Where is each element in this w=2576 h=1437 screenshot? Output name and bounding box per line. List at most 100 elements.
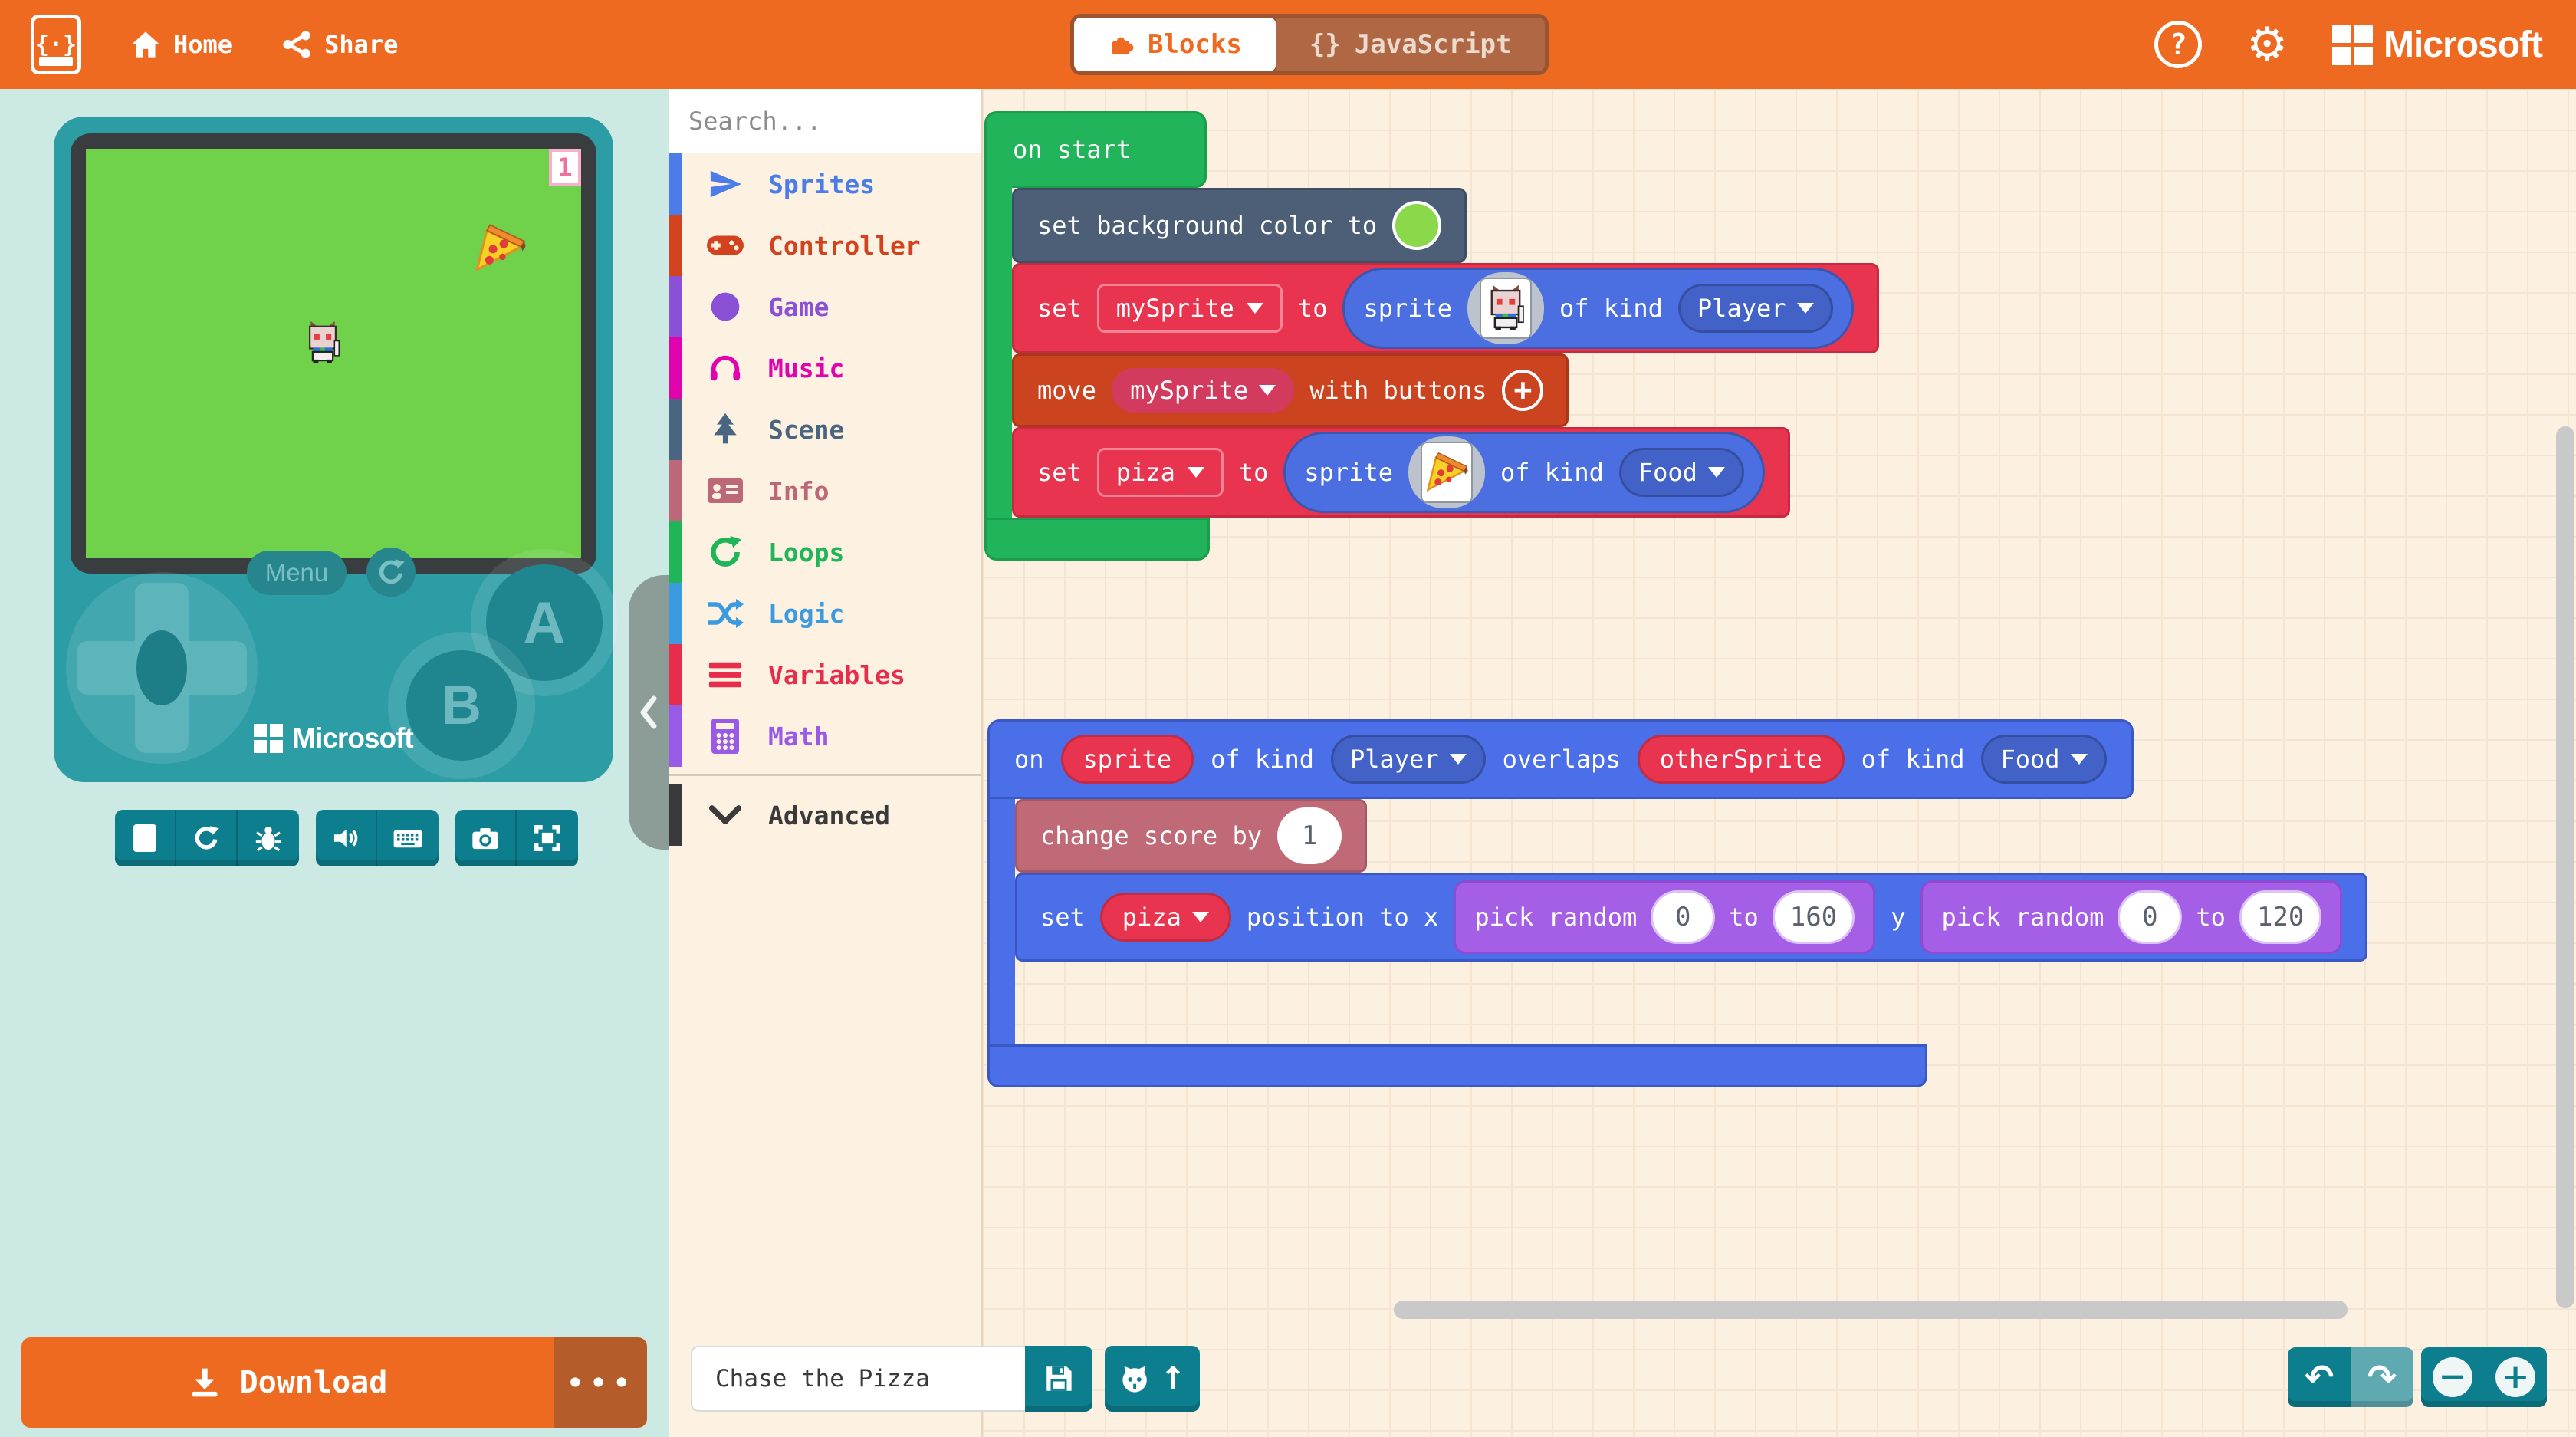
on-keyword: on (1014, 745, 1044, 774)
stop-button[interactable] (115, 810, 176, 866)
stop-icon (133, 824, 156, 852)
block-set-piza[interactable]: set piza to sprite of kind Food (1012, 427, 1790, 518)
pick-random-y[interactable]: pick random 0 to 120 (1921, 880, 2343, 954)
toolbox-category-scene[interactable]: Scene (669, 399, 981, 460)
sprite-reporter-food[interactable]: sprite of kind Food (1283, 432, 1765, 513)
toolbox-category-logic[interactable]: Logic (669, 583, 981, 644)
github-button[interactable]: ↑ (1105, 1346, 1200, 1412)
kind-dropdown-player[interactable]: Player (1330, 735, 1486, 784)
restart-icon (195, 826, 219, 850)
block-set-mysprite[interactable]: set mySprite to sprite of kind Player (1012, 263, 1879, 353)
tab-blocks[interactable]: Blocks (1074, 18, 1276, 71)
to-keyword: to (2196, 903, 2226, 932)
download-button[interactable]: Download (21, 1337, 554, 1428)
on-start-spine (984, 186, 1012, 519)
toolbox-category-controller[interactable]: Controller (669, 215, 981, 276)
toolbox-category-loops[interactable]: Loops (669, 521, 981, 583)
zoom-out-button[interactable]: − (2421, 1347, 2484, 1407)
move-sprite-dropdown[interactable]: mySprite (1112, 368, 1295, 413)
help-button[interactable]: ? (2154, 21, 2203, 68)
loop-icon (705, 532, 745, 572)
kind-dropdown-food[interactable]: Food (1981, 735, 2107, 784)
save-button[interactable] (1025, 1346, 1092, 1412)
othersprite-arg-pill[interactable]: otherSprite (1637, 735, 1845, 784)
zoom-in-button[interactable]: + (2484, 1347, 2547, 1407)
toolbox-category-variables[interactable]: Variables (669, 644, 981, 705)
project-name-group (691, 1346, 1092, 1412)
blocks-workspace[interactable]: on start set background color to set myS… (983, 89, 2576, 1437)
pick-random-label: pick random (1941, 903, 2104, 932)
fullscreen-button[interactable] (517, 810, 578, 866)
sim-controls (0, 810, 669, 866)
debug-button[interactable] (238, 810, 299, 866)
dropdown-caret-icon (1187, 467, 1204, 478)
block-on-overlaps[interactable]: on sprite of kind Player overlaps otherS… (987, 719, 2134, 799)
kind-dropdown-player[interactable]: Player (1677, 284, 1833, 333)
puzzle-icon (1112, 37, 1134, 54)
screenshot-button[interactable] (455, 810, 517, 866)
keyboard-button[interactable] (377, 810, 439, 866)
home-button[interactable]: Home (130, 29, 232, 60)
mysprite-dropdown[interactable]: mySprite (1096, 284, 1283, 333)
piza-dropdown[interactable]: piza (1099, 893, 1231, 942)
toolbox-category-sprites[interactable]: Sprites (669, 153, 981, 215)
number-value: 1 (1301, 820, 1318, 851)
calculator-icon (705, 716, 745, 756)
toolbox-category-info[interactable]: Info (669, 460, 981, 521)
paper-plane-icon (705, 164, 745, 204)
advanced-label: Advanced (768, 800, 890, 830)
sprite-image-field[interactable] (1467, 272, 1545, 344)
pick-random-x[interactable]: pick random 0 to 160 (1454, 880, 1876, 954)
piza-dropdown[interactable]: piza (1096, 448, 1224, 497)
sim-menu-label: Menu (264, 558, 329, 587)
kind-dropdown-food[interactable]: Food (1618, 448, 1744, 497)
color-swatch-green[interactable] (1392, 201, 1442, 250)
sprite-image-field[interactable] (1408, 436, 1485, 508)
vertical-scrollbar[interactable] (2556, 426, 2574, 1308)
random-min-field[interactable]: 0 (2118, 890, 2183, 944)
toolbox-category-music[interactable]: Music (669, 337, 981, 399)
block-on-start[interactable]: on start (984, 111, 1207, 188)
score-value-field[interactable]: 1 (1276, 807, 1342, 864)
plus-glyph: + (1513, 373, 1533, 408)
sprite-reporter-player[interactable]: sprite of kind Player (1342, 268, 1854, 349)
share-button[interactable]: Share (281, 29, 398, 60)
microsoft-squares-icon (254, 724, 284, 753)
sprite-keyword: sprite (1363, 294, 1453, 323)
horizontal-scrollbar[interactable] (1394, 1301, 2348, 1319)
toolbox-advanced[interactable]: Advanced (669, 782, 981, 848)
collapse-simulator-handle[interactable] (629, 575, 669, 850)
redo-button[interactable]: ↷ (2351, 1347, 2413, 1407)
project-name-input[interactable] (691, 1346, 1025, 1412)
toolbox-divider (669, 774, 981, 776)
sim-menu-button[interactable]: Menu (247, 551, 347, 595)
block-set-background-color[interactable]: set background color to (1012, 188, 1467, 263)
undo-button[interactable]: ↶ (2288, 1347, 2351, 1407)
random-min-field[interactable]: 0 (1651, 890, 1716, 944)
toolbox-category-math[interactable]: Math (669, 705, 981, 767)
sprite-arg-pill[interactable]: sprite (1060, 735, 1194, 784)
arcade-logo-icon[interactable]: {·} (31, 15, 81, 74)
sprite-image-card (1480, 278, 1533, 339)
tab-javascript[interactable]: {} JavaScript (1275, 18, 1546, 71)
download-options-button[interactable]: ••• (554, 1337, 647, 1428)
download-label: Download (239, 1365, 388, 1400)
sprite-image-card (1420, 442, 1473, 503)
settings-button[interactable]: ⚙ (2246, 21, 2288, 67)
dpad-center[interactable] (136, 630, 187, 705)
random-max-field[interactable]: 120 (2239, 890, 2322, 944)
random-max-field[interactable]: 160 (1772, 890, 1855, 944)
cat-sprite-thumbnail (1490, 284, 1524, 330)
expand-plus-icon[interactable]: + (1502, 370, 1544, 411)
push-arrow-icon: ↑ (1160, 1361, 1186, 1396)
block-change-score[interactable]: change score by 1 (1015, 799, 1367, 873)
search-input[interactable] (688, 107, 1001, 136)
mute-button[interactable] (316, 810, 377, 866)
set-bg-label: set background color to (1037, 211, 1378, 240)
block-move-with-buttons[interactable]: move mySprite with buttons + (1012, 353, 1569, 427)
restart-button[interactable] (176, 810, 238, 866)
redo-icon: ↷ (2367, 1356, 2397, 1398)
block-set-position[interactable]: set piza position to x pick random 0 to … (1015, 873, 2368, 962)
sim-reset-button[interactable] (366, 548, 416, 597)
toolbox-category-game[interactable]: Game (669, 276, 981, 337)
